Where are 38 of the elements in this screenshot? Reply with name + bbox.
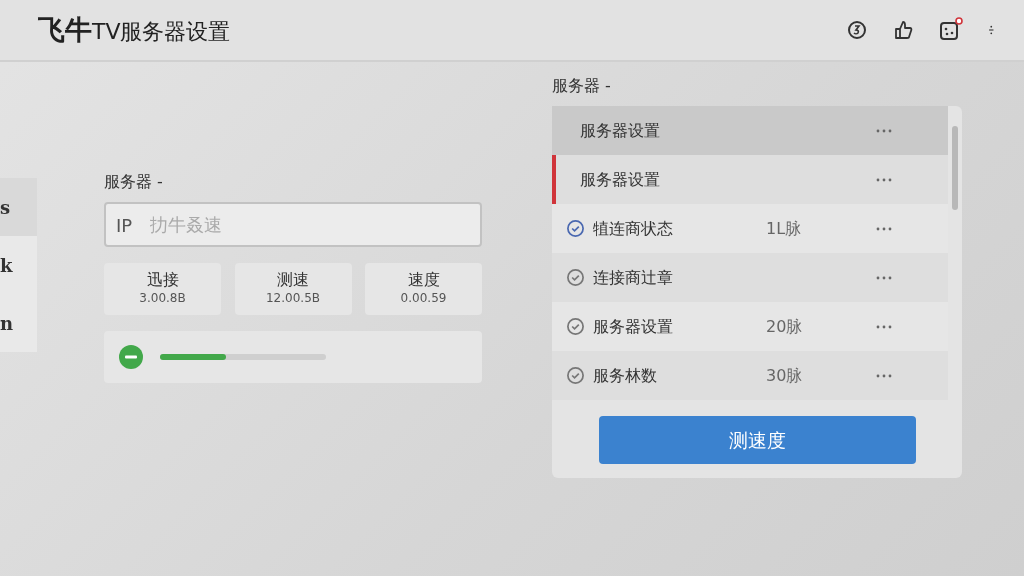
app-title: 飞牛TV服务器设置 <box>38 12 231 47</box>
row-label: 犆连商状态 <box>593 217 673 240</box>
sidebar-item[interactable]: k <box>0 236 37 294</box>
section-label: 服务器 - <box>104 171 164 193</box>
row-label: 服务器设置 <box>580 119 660 142</box>
stat-value: 0.00.59 <box>400 289 447 307</box>
row-label: 服务林数 <box>593 364 657 387</box>
server-list-row[interactable]: 服务器设置 <box>552 155 948 204</box>
scrollbar[interactable] <box>952 126 958 210</box>
row-value: 1L脉 <box>766 217 803 240</box>
thumbs-up-icon[interactable] <box>892 19 914 41</box>
stat-label: 速度 <box>407 271 440 289</box>
row-label: 连接商辻章 <box>593 266 673 289</box>
more-icon[interactable] <box>876 177 892 182</box>
server-list-row[interactable]: 服务器设置 <box>552 106 948 155</box>
more-icon[interactable] <box>876 275 892 280</box>
sidebar-item[interactable]: s <box>0 178 37 236</box>
coin-icon[interactable] <box>846 19 868 41</box>
row-value: 30脉 <box>766 364 804 387</box>
server-list-row[interactable]: 服务林数 30脉 <box>552 351 948 400</box>
server-list-row[interactable]: 连接商辻章 <box>552 253 948 302</box>
section-label: 服务器 - <box>552 75 612 97</box>
row-label: 服务器设置 <box>580 168 660 191</box>
more-icon[interactable] <box>876 373 892 378</box>
minus-icon[interactable] <box>118 344 144 370</box>
stat-value: 3.00.8B <box>139 289 186 307</box>
field-prefix: IP <box>116 213 133 237</box>
dice-icon[interactable] <box>938 17 964 43</box>
more-icon[interactable] <box>876 324 892 329</box>
sidebar-item[interactable]: n <box>0 294 37 352</box>
stat-label: 测速 <box>277 271 309 289</box>
row-label: 服务器设置 <box>593 315 673 338</box>
more-icon[interactable] <box>876 226 892 231</box>
speed-test-button[interactable]: 测速度 <box>598 416 916 464</box>
stat-label: 迅接 <box>146 271 179 289</box>
stat-value: 12.00.5B <box>265 289 320 307</box>
row-value: 20脉 <box>766 315 804 338</box>
more-icon[interactable] <box>876 128 892 133</box>
